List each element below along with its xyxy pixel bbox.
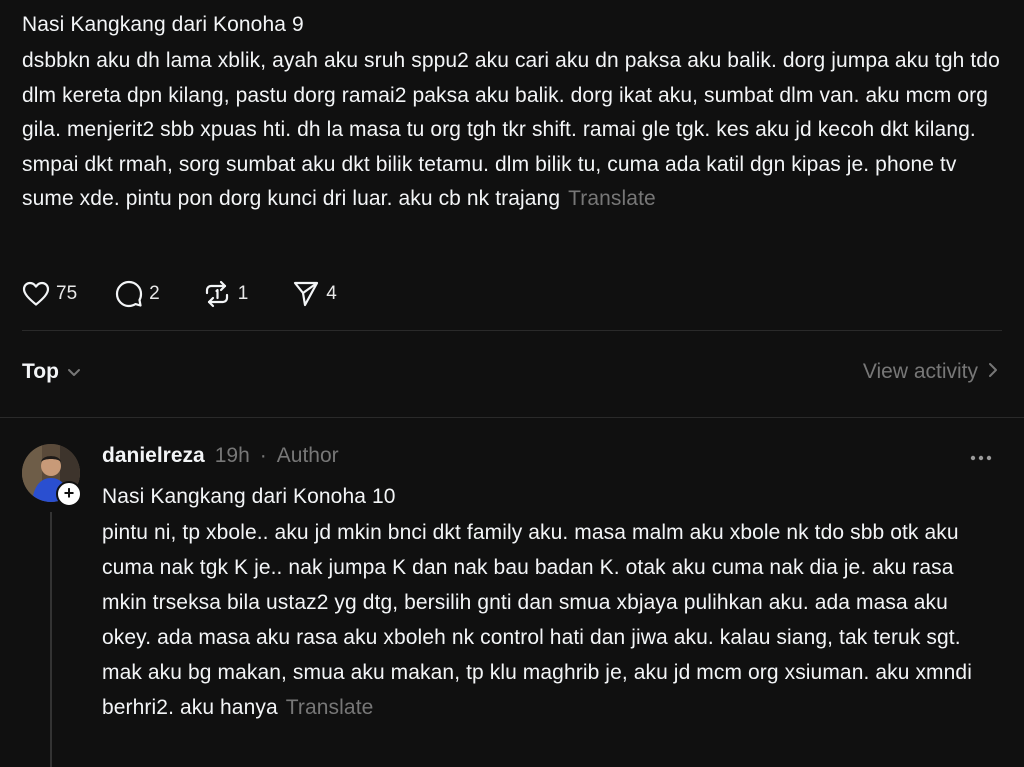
- share-button[interactable]: 4: [292, 280, 337, 308]
- timestamp: 19h: [214, 444, 250, 467]
- reply-body-text: pintu ni, tp xbole.. aku jd mkin bnci dk…: [102, 521, 972, 719]
- section-divider: [0, 417, 1024, 418]
- reply-header: danielreza 19h · Author: [102, 444, 992, 474]
- post-body-text: dsbbkn aku dh lama xblik, ayah aku sruh …: [22, 49, 1000, 210]
- more-options-icon[interactable]: [970, 448, 992, 466]
- chevron-right-icon: [978, 360, 998, 384]
- repost-icon: [202, 280, 232, 308]
- thread-line: [50, 512, 52, 767]
- reply-body: pintu ni, tp xbole.. aku jd mkin bnci dk…: [102, 515, 992, 725]
- divider: [22, 330, 1002, 331]
- like-count: 75: [56, 283, 78, 304]
- separator-dot: ·: [259, 444, 267, 467]
- reply-title: Nasi Kangkang dari Konoha 10: [102, 485, 396, 508]
- comment-count: 2: [149, 283, 160, 304]
- view-activity-link[interactable]: View activity: [863, 360, 998, 384]
- chevron-down-icon: [59, 360, 81, 384]
- post: Nasi Kangkang dari Konoha 9 dsbbkn aku d…: [22, 0, 1002, 217]
- comment-icon: [115, 280, 143, 308]
- view-activity-label: View activity: [862, 360, 978, 383]
- post-actions: 75 2 1 4: [22, 280, 377, 308]
- reply-content: danielreza 19h · Author Nasi Kangkang da…: [102, 444, 992, 725]
- post-body: dsbbkn aku dh lama xblik, ayah aku sruh …: [22, 44, 1002, 217]
- reply-translate-link[interactable]: Translate: [286, 696, 374, 719]
- repost-count: 1: [237, 283, 249, 304]
- username[interactable]: danielreza: [102, 444, 205, 468]
- sort-label: Top: [22, 360, 59, 383]
- sort-dropdown[interactable]: Top: [22, 360, 81, 384]
- avatar-container: +: [22, 444, 82, 507]
- author-badge: Author: [276, 444, 339, 467]
- translate-link[interactable]: Translate: [568, 187, 656, 210]
- repost-button[interactable]: 1: [202, 280, 249, 308]
- heart-icon: [22, 281, 50, 307]
- send-icon: [292, 280, 320, 308]
- share-count: 4: [326, 283, 337, 304]
- post-title: Nasi Kangkang dari Konoha 9: [22, 13, 304, 36]
- comment-button[interactable]: 2: [115, 280, 160, 308]
- follow-plus-button[interactable]: +: [56, 481, 82, 507]
- like-button[interactable]: 75: [22, 281, 77, 307]
